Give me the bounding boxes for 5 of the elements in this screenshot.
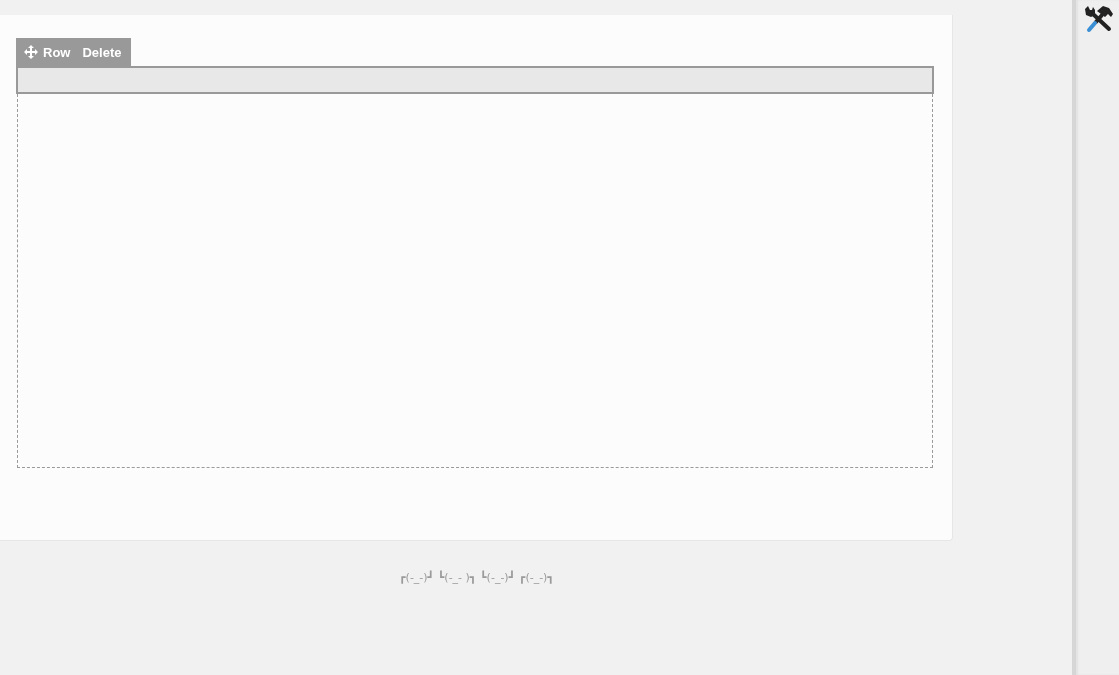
row-move-handle[interactable]: Row — [20, 41, 75, 63]
move-icon — [24, 45, 38, 59]
footer-text: ┏(-_-)┛ ┗(-_- )┓ ┗(-_-)┛ ┏(-_-)┓ — [398, 571, 555, 584]
tools-icon[interactable] — [1084, 5, 1114, 33]
delete-button[interactable]: Delete — [78, 41, 126, 63]
